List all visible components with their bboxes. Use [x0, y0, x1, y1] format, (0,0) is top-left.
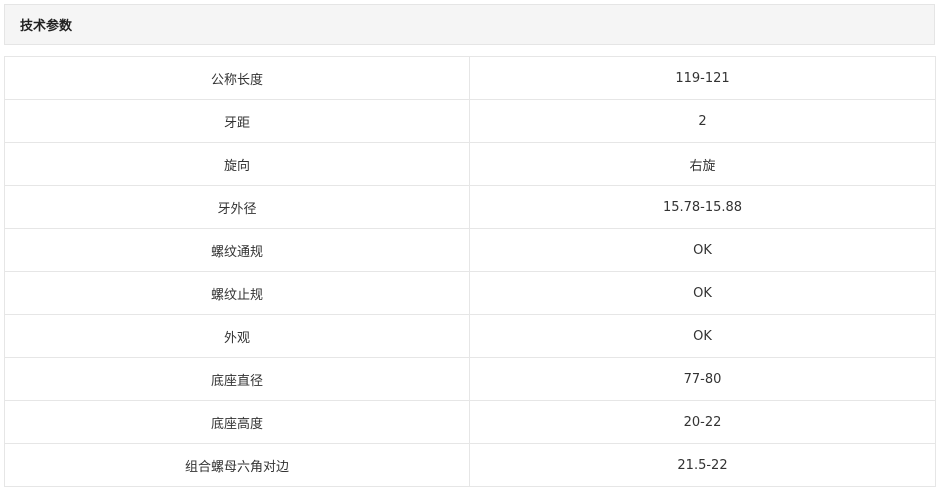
- spec-value-cell: OK: [469, 271, 936, 315]
- table-row: 底座直径 77-80: [4, 357, 936, 401]
- section-title: 技术参数: [20, 19, 73, 34]
- spec-name-cell: 组合螺母六角对边: [4, 443, 470, 487]
- table-row: 牙外径 15.78-15.88: [4, 185, 936, 229]
- spec-value-cell: 119-121: [469, 56, 936, 100]
- table-row: 公称长度 119-121: [4, 56, 936, 100]
- table-row: 外观 OK: [4, 314, 936, 358]
- spec-value-cell: OK: [469, 314, 936, 358]
- spec-name-cell: 旋向: [4, 142, 470, 186]
- spec-name-cell: 螺纹止规: [4, 271, 470, 315]
- spec-name-cell: 底座直径: [4, 357, 470, 401]
- spec-value-cell: 21.5-22: [469, 443, 936, 487]
- spec-name-cell: 牙距: [4, 99, 470, 143]
- spec-value-cell: OK: [469, 228, 936, 272]
- spec-name-cell: 外观: [4, 314, 470, 358]
- spec-value-cell: 15.78-15.88: [469, 185, 936, 229]
- spec-value-cell: 20-22: [469, 400, 936, 444]
- spec-name-cell: 底座高度: [4, 400, 470, 444]
- table-row: 底座高度 20-22: [4, 400, 936, 444]
- table-row: 旋向 右旋: [4, 142, 936, 186]
- table-row: 牙距 2: [4, 99, 936, 143]
- spec-value-cell: 77-80: [469, 357, 936, 401]
- spec-table: 公称长度 119-121 牙距 2 旋向 右旋 牙外径 15.78-15.88 …: [4, 56, 936, 487]
- spec-name-cell: 牙外径: [4, 185, 470, 229]
- spec-name-cell: 螺纹通规: [4, 228, 470, 272]
- section-header: 技术参数: [4, 4, 935, 45]
- spec-name-cell: 公称长度: [4, 56, 470, 100]
- table-row: 组合螺母六角对边 21.5-22: [4, 443, 936, 487]
- spec-value-cell: 2: [469, 99, 936, 143]
- spec-value-cell: 右旋: [469, 142, 936, 186]
- table-row: 螺纹通规 OK: [4, 228, 936, 272]
- table-row: 螺纹止规 OK: [4, 271, 936, 315]
